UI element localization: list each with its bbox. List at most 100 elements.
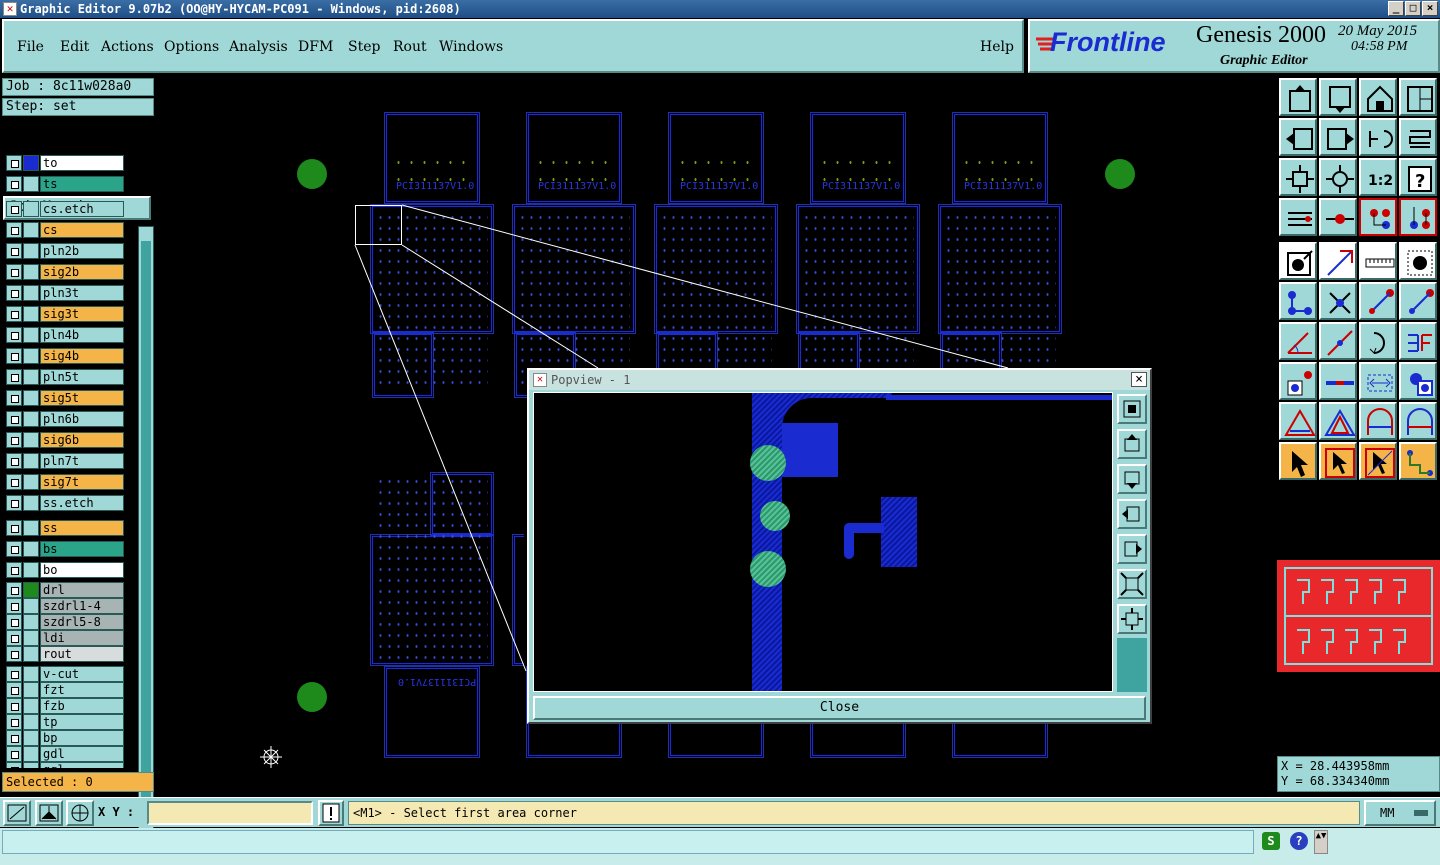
layer-checkbox[interactable] <box>6 666 22 682</box>
menu-edit[interactable]: Edit <box>60 39 89 55</box>
scale-tool-button[interactable]: 1:2 <box>1359 158 1397 196</box>
layer-name[interactable]: pln2b <box>40 243 124 259</box>
net-alt-tool-button[interactable] <box>1399 198 1437 236</box>
layer-name[interactable]: sig4b <box>40 348 124 364</box>
drill-tool-tool-button[interactable] <box>1319 198 1357 236</box>
popview-close-button[interactable]: Close <box>533 696 1146 720</box>
route-tool-button[interactable] <box>1399 442 1437 480</box>
layer-checkbox[interactable] <box>6 598 22 614</box>
layer-name[interactable]: sig6b <box>40 432 124 448</box>
layer-name[interactable]: szdrl5-8 <box>40 614 124 630</box>
layer-color-swatch[interactable] <box>23 306 39 322</box>
layer-row-sig7t[interactable]: sig7t <box>6 474 124 490</box>
layer-name[interactable]: ldi <box>40 630 124 646</box>
layer-name[interactable]: cs <box>40 222 124 238</box>
popview-zoom-out-button[interactable] <box>1117 604 1147 634</box>
layer-checkbox[interactable] <box>6 630 22 646</box>
arc-blue-tool-button[interactable] <box>1399 282 1437 320</box>
layer-checkbox[interactable] <box>6 264 22 280</box>
layer-row-fzb[interactable]: fzb <box>6 698 124 714</box>
layer-checkbox[interactable] <box>6 614 22 630</box>
layer-color-swatch[interactable] <box>23 432 39 448</box>
layer-name[interactable]: bs <box>40 541 124 557</box>
layer-color-swatch[interactable] <box>23 666 39 682</box>
layer-color-swatch[interactable] <box>23 327 39 343</box>
layer-scrollbar[interactable] <box>138 226 154 846</box>
layer-color-swatch[interactable] <box>23 730 39 746</box>
layer-color-swatch[interactable] <box>23 762 39 768</box>
layer-row-bs[interactable]: bs <box>6 541 124 557</box>
spin-icon[interactable]: ▲▼ <box>1314 830 1328 854</box>
layer-name[interactable]: fzt <box>40 682 124 698</box>
layer-row-szdrl1-4[interactable]: szdrl1-4 <box>6 598 124 614</box>
layer-checkbox[interactable] <box>6 520 22 536</box>
layer-name[interactable]: sig5t <box>40 390 124 406</box>
popview-fit-button[interactable] <box>1117 569 1147 599</box>
layer-color-swatch[interactable] <box>23 201 39 217</box>
pointer-box-tool-button[interactable] <box>1319 442 1357 480</box>
help-icon[interactable]: ? <box>1290 832 1308 850</box>
layer-checkbox[interactable] <box>6 730 22 746</box>
layer-checkbox[interactable] <box>6 348 22 364</box>
window-tool-button[interactable] <box>1399 78 1437 116</box>
layer-color-swatch[interactable] <box>23 474 39 490</box>
layer-color-swatch[interactable] <box>23 369 39 385</box>
layer-name[interactable]: ts <box>40 176 124 192</box>
popview-pan-right-button[interactable] <box>1117 534 1147 564</box>
layer-name[interactable]: pln5t <box>40 369 124 385</box>
node-tool-button[interactable] <box>1279 282 1317 320</box>
units-select[interactable]: MM <box>1364 800 1436 826</box>
layer-name[interactable]: ss.etch <box>40 495 124 511</box>
layer-checkbox[interactable] <box>6 432 22 448</box>
layer-row-bo[interactable]: bo <box>6 562 124 578</box>
layer-checkbox[interactable] <box>6 285 22 301</box>
layer-row-sig5t[interactable]: sig5t <box>6 390 124 406</box>
layer-row-tp[interactable]: tp <box>6 714 124 730</box>
triangle-tool-button[interactable] <box>1279 402 1317 440</box>
ruler-tool-button[interactable] <box>1359 242 1397 280</box>
menu-analysis[interactable]: Analysis <box>229 39 288 55</box>
layer-checkbox[interactable] <box>6 222 22 238</box>
pad-select-tool-button[interactable] <box>1279 362 1317 400</box>
layer-color-swatch[interactable] <box>23 495 39 511</box>
move-left-tool-button[interactable] <box>1279 118 1317 156</box>
layer-checkbox[interactable] <box>6 201 22 217</box>
layer-color-swatch[interactable] <box>23 243 39 259</box>
rout-tool-tool-button[interactable] <box>1279 198 1317 236</box>
info-button[interactable] <box>318 800 344 826</box>
layer-row-ldi[interactable]: ldi <box>6 630 124 646</box>
layer-name[interactable]: tp <box>40 714 124 730</box>
layer-color-swatch[interactable] <box>23 541 39 557</box>
layer-checkbox[interactable] <box>6 155 22 171</box>
edit-up-tool-button[interactable] <box>1279 78 1317 116</box>
layer-checkbox[interactable] <box>6 474 22 490</box>
minimize-button[interactable]: _ <box>1388 1 1404 16</box>
layer-checkbox[interactable] <box>6 243 22 259</box>
layer-checkbox[interactable] <box>6 582 22 598</box>
scrollbar-thumb[interactable] <box>141 241 151 801</box>
feature-tool-button[interactable] <box>1399 322 1437 360</box>
layer-row-szdrl5-8[interactable]: szdrl5-8 <box>6 614 124 630</box>
select-tool-button[interactable] <box>1279 242 1317 280</box>
group-tool-button[interactable] <box>1399 362 1437 400</box>
layer-checkbox[interactable] <box>6 646 22 662</box>
layer-color-swatch[interactable] <box>23 614 39 630</box>
layer-checkbox[interactable] <box>6 390 22 406</box>
layer-row-pln7t[interactable]: pln7t <box>6 453 124 469</box>
layer-name[interactable]: pln4b <box>40 327 124 343</box>
layer-color-swatch[interactable] <box>23 390 39 406</box>
pointer-tool-button[interactable] <box>1279 442 1317 480</box>
layer-color-swatch[interactable] <box>23 222 39 238</box>
layer-color-swatch[interactable] <box>23 285 39 301</box>
layer-name[interactable]: fzb <box>40 698 124 714</box>
layer-color-swatch[interactable] <box>23 646 39 662</box>
layer-color-swatch[interactable] <box>23 562 39 578</box>
curve-tool-button[interactable] <box>1359 322 1397 360</box>
layer-name[interactable]: gdl <box>40 746 124 762</box>
line-tool-button[interactable] <box>1319 322 1357 360</box>
menu-file[interactable]: File <box>17 39 44 55</box>
mirror-tool-button[interactable] <box>1399 118 1437 156</box>
layer-row-gdl[interactable]: gdl <box>6 746 124 762</box>
layer-color-swatch[interactable] <box>23 714 39 730</box>
layer-row-ts[interactable]: ts <box>6 176 124 192</box>
